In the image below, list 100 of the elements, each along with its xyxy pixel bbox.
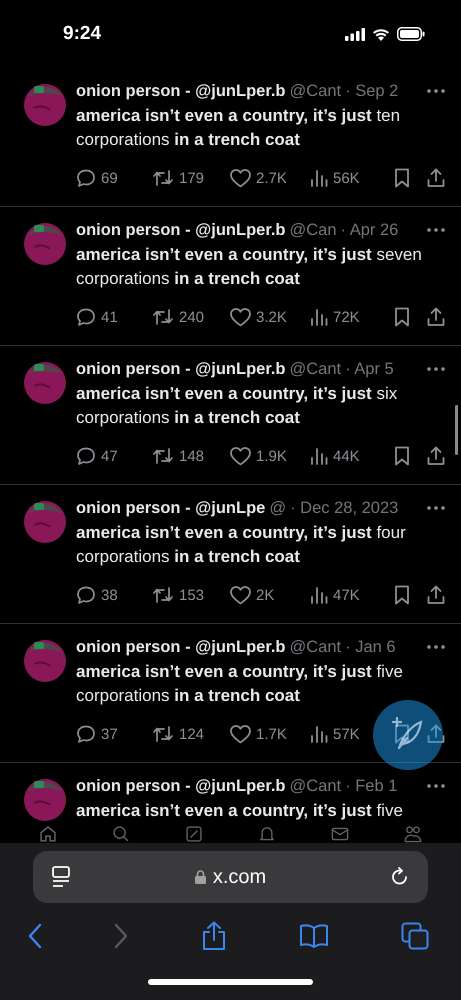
bookmark-icon[interactable] [394,168,410,188]
author-handle: @Cant [290,82,342,100]
post-text: america isn’t even a country, it’s just four corporations in a trench coat [76,522,407,568]
author-name[interactable]: onion person - @junLper.b [76,82,286,100]
reply-count: 38 [101,586,118,604]
reply-count: 69 [101,170,118,186]
bookmark-icon[interactable] [394,724,410,744]
mail-icon[interactable] [330,825,349,843]
post-text: america isn’t even a country, it’s just six corporations in a trench coat [76,383,398,429]
view-count: 57K [333,726,360,742]
reply-icon[interactable] [76,446,96,466]
views-icon[interactable] [310,308,328,326]
address-bar[interactable]: x.com [33,851,428,903]
repost-icon[interactable] [152,446,174,466]
scroll-indicator [455,405,458,455]
share-icon[interactable] [427,446,445,466]
reply-icon[interactable] [76,585,96,605]
view-count: 47K [333,586,360,604]
people-icon[interactable] [404,825,422,843]
heart-icon[interactable] [230,446,251,466]
views-icon[interactable] [310,586,328,604]
bookmark-icon[interactable] [394,446,410,466]
repost-count: 179 [179,170,204,186]
book-icon[interactable] [298,923,329,949]
author-name[interactable]: onion person - @junLper.b [76,220,286,240]
home-icon[interactable] [39,825,58,843]
author-handle: @Cant [290,776,342,796]
author-handle: @Cant [290,360,342,378]
share-icon[interactable] [427,585,445,605]
post-text: america isn’t even a country, it’s just seven corporations in a trench coat [76,244,423,290]
author-handle: @Can [290,220,337,240]
lock-icon [194,870,206,884]
search-icon[interactable] [112,825,130,843]
author-name[interactable]: onion person - @junLper.b [76,638,286,656]
post-text: america isn’t even a country, it’s just ten corporations in a trench coat [76,105,402,151]
reply-icon[interactable] [76,724,96,744]
bell-icon[interactable] [258,825,276,843]
post-date[interactable]: · Feb 1 [345,776,398,796]
status-time: 9:24 [63,23,102,45]
post-text: america isn’t even a country, it’s just five [76,800,404,822]
views-icon[interactable] [310,169,328,187]
heart-icon[interactable] [230,168,251,188]
heart-icon[interactable] [230,724,251,744]
compose-post-button[interactable] [373,700,443,770]
post-date[interactable]: · Jan 6 [345,638,396,656]
share-icon[interactable] [200,921,226,951]
view-count: 56K [333,170,360,186]
like-count: 2.7K [256,170,287,186]
view-count: 72K [333,308,360,326]
like-count: 3.2K [256,308,287,326]
more-icon[interactable] [427,784,445,788]
more-icon[interactable] [427,89,445,93]
post-date[interactable]: · Sep 2 [345,82,398,100]
like-count: 1.9K [256,448,287,464]
more-icon[interactable] [427,645,445,649]
views-icon[interactable] [310,447,328,465]
reply-icon[interactable] [76,307,96,327]
repost-count: 124 [179,726,204,742]
author-name[interactable]: onion person - @junLper.b [76,360,286,378]
views-icon[interactable] [310,725,328,743]
repost-count: 240 [179,308,204,326]
page-menu-icon[interactable] [51,866,71,888]
bookmark-icon[interactable] [394,307,410,327]
repost-icon[interactable] [152,585,174,605]
reload-icon[interactable] [390,867,410,887]
author-handle: @ [269,498,286,518]
reply-icon[interactable] [76,168,96,188]
author-name[interactable]: onion person - @junLper.b [76,776,286,796]
repost-count: 153 [179,586,204,604]
repost-icon[interactable] [152,168,174,188]
bookmark-icon[interactable] [394,585,410,605]
tabs-icon[interactable] [401,922,429,950]
like-count: 1.7K [256,726,287,742]
back-icon[interactable] [28,923,42,949]
share-icon[interactable] [427,307,445,327]
share-icon[interactable] [427,168,445,188]
view-count: 44K [333,448,360,464]
more-icon[interactable] [427,506,445,510]
reply-count: 47 [101,448,118,464]
post-date[interactable]: · Apr 5 [345,360,394,378]
wifi-icon [372,28,390,40]
author-name[interactable]: onion person - @junLpe [76,498,266,518]
post-date[interactable]: · Apr 26 [340,220,398,240]
post-text: america isn’t even a country, it’s just five corporations in a trench coat [76,661,404,707]
url-text: x.com [212,866,266,888]
more-icon[interactable] [427,367,445,371]
author-handle: @Cant [290,638,342,656]
post-date[interactable]: · Dec 28, 2023 [290,498,398,518]
signal-icon [345,28,365,40]
like-count: 2K [256,586,274,604]
repost-icon[interactable] [152,724,174,744]
repost-icon[interactable] [152,307,174,327]
reply-count: 37 [101,726,118,742]
more-icon[interactable] [427,228,445,232]
reply-count: 41 [101,308,118,326]
heart-icon[interactable] [230,308,251,326]
heart-icon[interactable] [230,586,251,604]
compose-icon[interactable] [185,825,204,843]
battery-icon [397,27,425,41]
share-icon[interactable] [427,724,445,744]
